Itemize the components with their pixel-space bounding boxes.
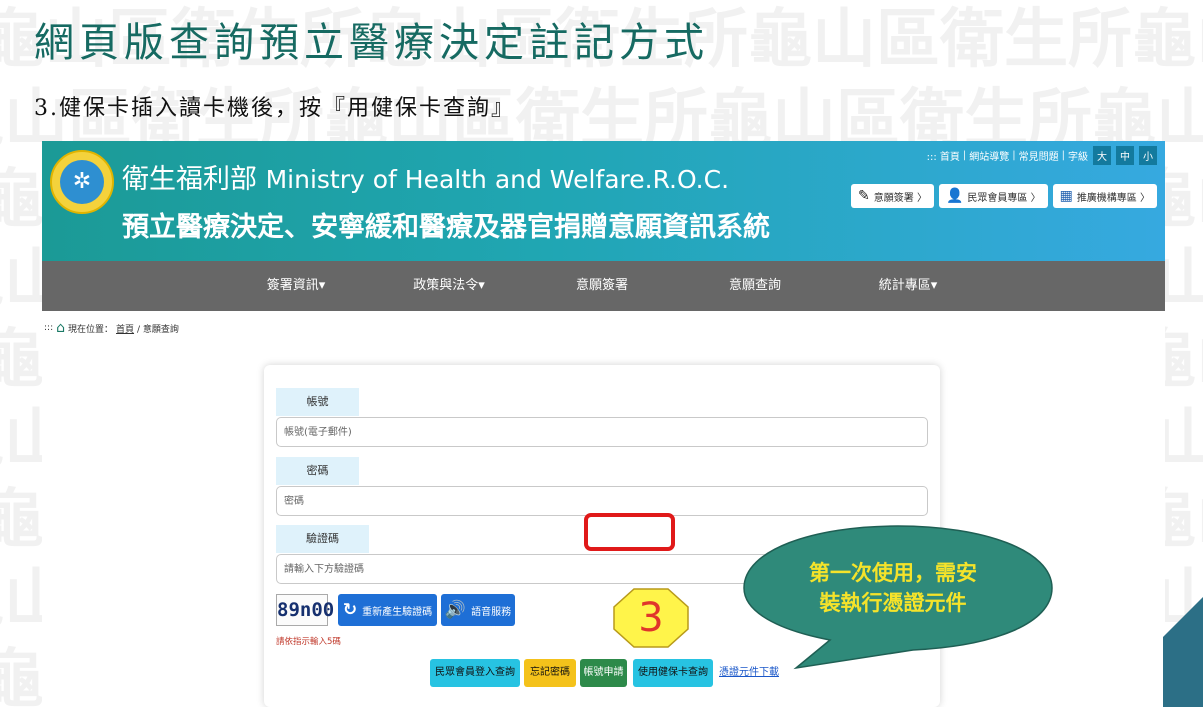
member-area-button[interactable]: 👤 民眾會員專區 〉: [938, 184, 1048, 208]
password-input[interactable]: [276, 486, 928, 516]
password-label: 密碼: [276, 457, 359, 485]
promoter-area-button[interactable]: ▦ 推廣機構專區 〉: [1052, 184, 1157, 208]
breadcrumb-prefix: 現在位置：: [68, 324, 114, 335]
site-title-en: Ministry of Health and Welfare.R.O.C.: [265, 165, 730, 194]
breadcrumb-current: / 意願查詢: [137, 324, 179, 335]
promoter-area-label: 推廣機構專區 〉: [1076, 192, 1150, 204]
audio-service-button[interactable]: 🔊 語音服務: [441, 594, 515, 626]
pen-icon: ✎: [858, 188, 870, 204]
ministry-logo-icon[interactable]: ✲: [50, 150, 114, 214]
nav-sign-info[interactable]: 簽署資訊▾: [267, 261, 326, 311]
sign-intent-label: 意願簽署 〉: [873, 192, 927, 204]
slide-subtitle: 3.健保卡插入讀卡機後，按『用健保卡查詢』: [34, 96, 515, 121]
home-icon: ⌂: [56, 320, 65, 336]
highlight-box: [584, 513, 675, 551]
font-size-large-button[interactable]: 大: [1093, 146, 1111, 165]
org-icon: ▦: [1059, 188, 1073, 204]
captcha-label: 驗證碼: [276, 525, 369, 553]
captcha-image: 89n00: [276, 594, 334, 626]
regenerate-captcha-label: 重新產生驗證碼: [362, 606, 433, 618]
step-number: 3: [638, 595, 664, 641]
site-header: ✲ 衛生福利部 Ministry of Health and Welfare.R…: [42, 141, 1165, 261]
callout-bubble: 第一次使用，需安 裝執行憑證元件: [738, 520, 1058, 670]
captcha-hint: 請依指示輸入5碼: [276, 637, 341, 647]
nav-sign-intent[interactable]: 意願簽署: [576, 261, 628, 311]
breadcrumb-home-link[interactable]: 首頁: [116, 322, 134, 335]
member-area-label: 民眾會員專區 〉: [967, 192, 1041, 204]
sign-intent-button[interactable]: ✎ 意願簽署 〉: [851, 184, 934, 208]
font-size-medium-button[interactable]: 中: [1116, 146, 1134, 165]
account-label: 帳號: [276, 388, 359, 416]
callout-line-1: 第一次使用，需安: [809, 560, 977, 585]
account-input[interactable]: [276, 417, 928, 447]
header-buttons: ✎ 意願簽署 〉 👤 民眾會員專區 〉 ▦ 推廣機構專區 〉: [851, 184, 1157, 208]
site-title: 衛生福利部 Ministry of Health and Welfare.R.O…: [122, 157, 729, 196]
person-icon: 👤: [945, 188, 964, 204]
nav-query-intent[interactable]: 意願查詢: [729, 261, 781, 311]
step-octagon: 3: [612, 587, 690, 649]
home-link[interactable]: ::: 首頁: [927, 148, 960, 163]
system-name: 預立醫療決定、安寧緩和醫療及器官捐贈意願資訊系統: [122, 212, 770, 243]
member-login-query-button[interactable]: 民眾會員登入查詢: [430, 659, 520, 687]
corner-decoration: [1163, 597, 1203, 707]
main-navbar: 簽署資訊▾ 政策與法令▾ 意願簽署 意願查詢 統計專區▾: [42, 261, 1165, 311]
breadcrumb: ::: ⌂ 現在位置： 首頁 / 意願查詢: [44, 320, 179, 336]
speaker-icon: 🔊: [444, 600, 467, 620]
nav-statistics[interactable]: 統計專區▾: [879, 261, 938, 311]
sitemap-link[interactable]: 網站導覽: [969, 148, 1009, 163]
breadcrumb-marker: :::: [44, 323, 54, 333]
regenerate-captcha-button[interactable]: ↻ 重新產生驗證碼: [338, 594, 437, 626]
refresh-icon: ↻: [342, 600, 358, 620]
top-links: ::: 首頁 | 網站導覽 | 常見問題 | 字級 大 中 小: [927, 146, 1157, 165]
font-size-label: 字級: [1068, 152, 1088, 163]
site-title-cn: 衛生福利部: [122, 164, 257, 195]
callout-line-2: 裝執行憑證元件: [819, 590, 967, 615]
faq-link[interactable]: 常見問題: [1019, 148, 1059, 163]
font-size-small-button[interactable]: 小: [1139, 146, 1157, 165]
audio-service-label: 語音服務: [471, 606, 512, 618]
forgot-password-button[interactable]: 忘記密碼: [524, 659, 576, 687]
callout-text: 第一次使用，需安 裝執行憑證元件: [758, 558, 1028, 618]
account-apply-button[interactable]: 帳號申請: [580, 659, 627, 687]
nav-policy[interactable]: 政策與法令▾: [413, 261, 485, 311]
nhi-card-query-button[interactable]: 使用健保卡查詢: [633, 659, 713, 687]
slide-title: 網頁版查詢預立醫療決定註記方式: [34, 20, 709, 66]
